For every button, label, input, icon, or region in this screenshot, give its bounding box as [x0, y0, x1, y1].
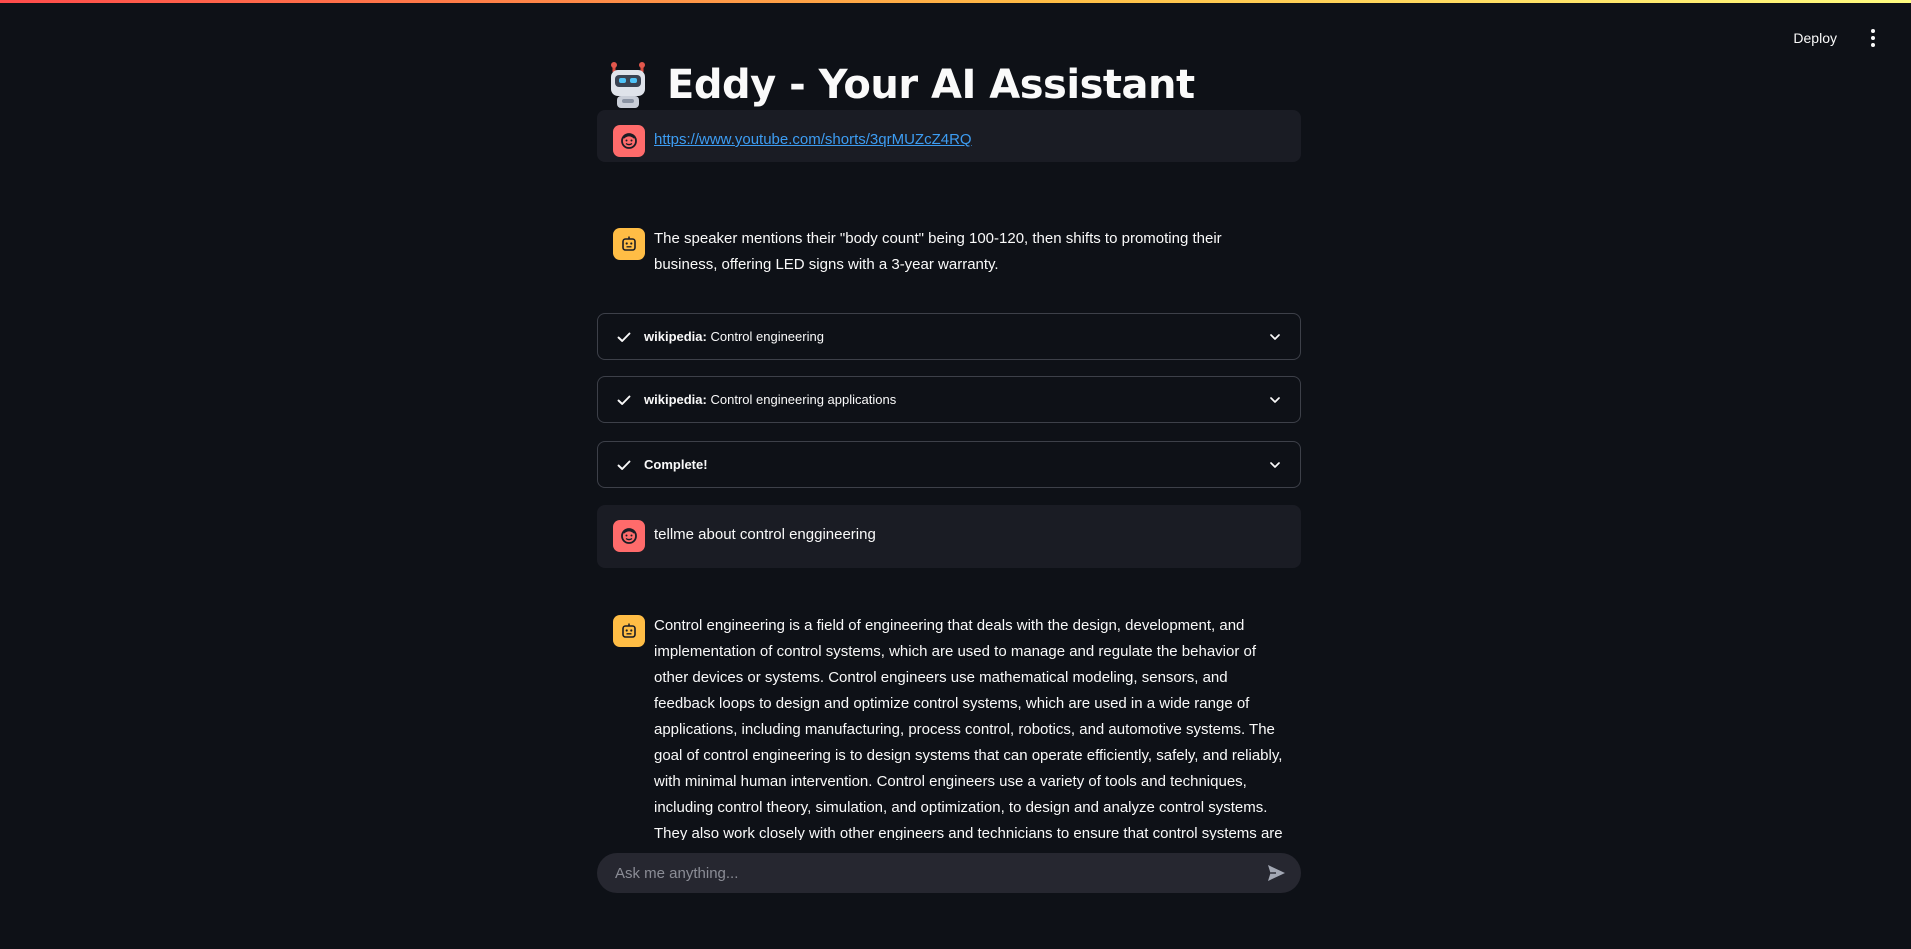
- message-text: The speaker mentions their "body count" …: [654, 230, 1222, 273]
- assistant-message: Control engineering is a field of engine…: [597, 600, 1301, 840]
- user-message: https://www.youtube.com/shorts/3qrMUZcZ4…: [597, 110, 1301, 162]
- bot-avatar-icon: [613, 615, 645, 647]
- check-icon: [617, 460, 631, 470]
- kebab-menu-icon[interactable]: [1865, 27, 1881, 49]
- chevron-down-icon: [1270, 396, 1280, 403]
- message-text: https://www.youtube.com/shorts/3qrMUZcZ4…: [654, 125, 972, 153]
- check-icon: [617, 332, 631, 342]
- youtube-link[interactable]: https://www.youtube.com/shorts/3qrMUZcZ4…: [654, 131, 972, 148]
- expander-label: wikipedia: Control engineering applicati…: [644, 392, 897, 407]
- expander-wikipedia-control-engineering[interactable]: wikipedia: Control engineering: [597, 313, 1301, 360]
- robot-emoji-icon: [603, 60, 653, 110]
- page-title: Eddy - Your AI Assistant: [603, 60, 1195, 110]
- message-text: tellme about control enggineering: [654, 526, 876, 543]
- expander-label: wikipedia: Control engineering: [644, 329, 824, 344]
- check-icon: [617, 395, 631, 405]
- main-content: Eddy - Your AI Assistant https://www.you…: [597, 0, 1301, 949]
- deploy-button[interactable]: Deploy: [1791, 26, 1839, 50]
- header-toolbar: Deploy: [1791, 26, 1881, 50]
- assistant-message: The speaker mentions their "body count" …: [597, 213, 1301, 293]
- user-avatar-icon: [613, 125, 645, 157]
- message-text: Control engineering is a field of engine…: [654, 617, 1283, 840]
- expander-complete[interactable]: Complete!: [597, 441, 1301, 488]
- expander-wikipedia-control-engineering-applications[interactable]: wikipedia: Control engineering applicati…: [597, 376, 1301, 423]
- user-avatar-icon: [613, 520, 645, 552]
- chat-input[interactable]: [613, 863, 1265, 883]
- chat-input-container: [597, 853, 1301, 893]
- expander-label: Complete!: [644, 457, 708, 472]
- user-message: tellme about control enggineering: [597, 505, 1301, 568]
- bot-avatar-icon: [613, 228, 645, 260]
- send-icon[interactable]: [1265, 862, 1287, 884]
- app-title: Eddy - Your AI Assistant: [667, 62, 1195, 108]
- chevron-down-icon: [1270, 461, 1280, 468]
- chevron-down-icon: [1270, 333, 1280, 340]
